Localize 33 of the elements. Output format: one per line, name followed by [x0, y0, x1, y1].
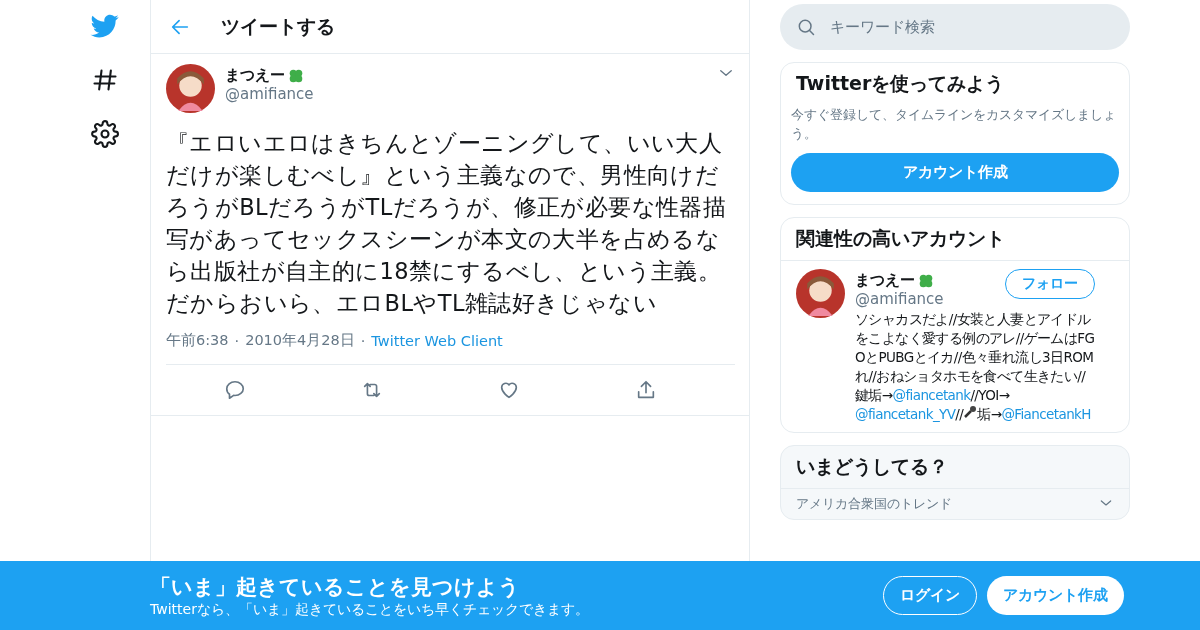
user-name[interactable]: まつえー — [855, 271, 915, 290]
page-title: ツイートする — [221, 13, 335, 39]
mention-link[interactable]: @FiancetankH — [1001, 406, 1091, 422]
tweet-text: 『エロいエロはきちんとゾーニングして、いい大人だけが楽しむべし』という主義なので、男性向けだろうがBLだろうがTLだろうが、修正が必要な性器描写があってセックスシーンが本文の大半を占めるなら出版社が自主的に18禁にするべし、という主義。だからおいら、エロBLやTL雑誌好きじゃない — [166, 129, 728, 318]
search-icon[interactable] — [796, 17, 816, 37]
follow-button[interactable]: フォロー — [1005, 269, 1095, 299]
card-text: 今すぐ登録して、タイムラインをカスタマイズしましょう。 — [790, 106, 1117, 143]
signup-button[interactable]: アカウント作成 — [987, 576, 1124, 615]
card-title: いまどうしてる？ — [795, 454, 949, 479]
separator-dot: · — [360, 332, 366, 349]
bird-logo-icon[interactable] — [90, 12, 120, 40]
card-title: Twitterを使ってみよう — [795, 71, 1006, 96]
banner-subtitle: Twitterなら、「いま」起きていることをいち早くチェックできます。 — [150, 600, 590, 619]
tweet-time: 午前6:38 — [166, 331, 229, 350]
separator-dot: · — [234, 332, 240, 349]
signup-button[interactable]: アカウント作成 — [791, 153, 1119, 192]
user-handle[interactable]: @amifiance — [225, 85, 707, 103]
banner-title: 「いま」起きていることを見つけよう — [150, 573, 521, 601]
settings-icon[interactable] — [91, 120, 119, 148]
reply-icon[interactable] — [223, 379, 246, 401]
card-title: 関連性の高いアカウント — [781, 218, 1129, 261]
user-name[interactable]: まつえー — [225, 66, 285, 85]
client-link[interactable]: Twitter Web Client — [371, 332, 503, 349]
tweet-date: 2010年4月28日 — [245, 331, 355, 350]
avatar[interactable] — [796, 269, 845, 318]
search-field[interactable]: キーワード検索 — [780, 4, 1130, 50]
user-bio: ソシャカスだよ//女装と人妻とアイドルをこよなく愛する例のアレ//ゲームはFGOとPUBGとイカ//色々垂れ流し3日ROMれ//おねショタホモを食べて生きたい//鍵垢→@fiancetank//YOI→ @fiancetank_YV// 垢→@FiancetankH — [855, 310, 1095, 424]
mention-link[interactable]: @fiancetank_YV — [855, 406, 956, 422]
trend-location: アメリカ合衆国のトレンド — [796, 495, 952, 513]
avatar[interactable] — [166, 64, 215, 113]
user-handle[interactable]: @amifiance — [855, 290, 995, 308]
microphone-icon — [963, 405, 978, 419]
mention-link[interactable]: @fiancetank — [892, 387, 971, 403]
